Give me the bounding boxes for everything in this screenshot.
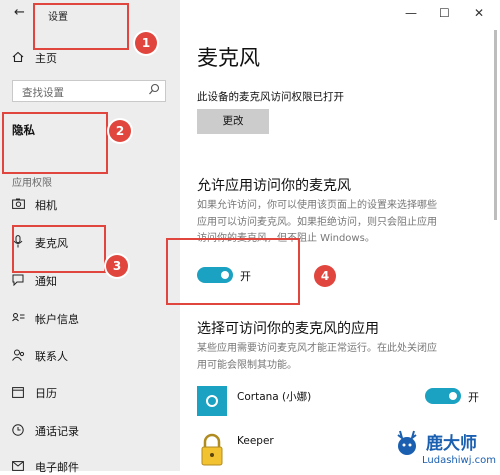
annotation-box-2 (2, 112, 108, 174)
sidebar-item-label: 帐户信息 (35, 313, 79, 326)
annotation-box-4 (166, 238, 300, 305)
description-line: 如果允许访问，你可以使用该页面上的设置来选择哪些 (197, 200, 437, 211)
watermark-url: Ludashiwj.com (422, 455, 497, 466)
sidebar-item-label: 日历 (35, 387, 57, 400)
cortana-toggle[interactable] (425, 388, 461, 404)
change-button[interactable]: 更改 (197, 109, 269, 134)
contacts-icon (10, 349, 26, 364)
sidebar-item-label: 主页 (35, 52, 57, 65)
access-status-text: 此设备的麦克风访问权限已打开 (197, 91, 344, 103)
page-title: 麦克风 (197, 46, 260, 70)
sidebar-item-label: 相机 (35, 199, 57, 212)
app-name-cortana: Cortana (小娜) (237, 391, 312, 403)
call-history-icon (10, 423, 26, 439)
sidebar-item-label: 通话记录 (35, 425, 79, 438)
calendar-icon (10, 386, 26, 401)
sidebar-item-camera[interactable]: 相机 (10, 197, 57, 213)
choose-apps-description: 某些应用需要访问麦克风才能正常运行。在此处关闭应 用可能会限制其功能。 (197, 341, 489, 374)
scrollbar[interactable] (494, 30, 497, 220)
camera-icon (10, 198, 26, 212)
cortana-toggle-label: 开 (468, 391, 479, 404)
annotation-badge-1: 1 (135, 32, 157, 54)
search-icon[interactable] (148, 83, 160, 100)
cortana-icon (197, 386, 227, 416)
description-line: 用可能会限制其功能。 (197, 359, 297, 371)
search-placeholder: 查找设置 (22, 87, 64, 99)
account-info-icon (10, 312, 26, 326)
sidebar-item-label: 电子邮件 (35, 461, 79, 474)
watermark-brand: 鹿大师 (426, 434, 477, 454)
sidebar-item-call-history[interactable]: 通话记录 (10, 423, 79, 439)
back-arrow-icon[interactable]: ← (14, 5, 25, 20)
minimize-button[interactable]: — (405, 6, 417, 20)
home-icon (10, 51, 26, 66)
sidebar-item-account-info[interactable]: 帐户信息 (10, 311, 79, 327)
allow-apps-heading: 允许应用访问你的麦克风 (197, 178, 351, 194)
watermark: 鹿大师 Ludashiwj.com (388, 425, 500, 471)
sidebar-item-label: 联系人 (35, 350, 68, 363)
toggle-knob (449, 392, 457, 400)
sidebar-item-email[interactable]: 电子邮件 (10, 459, 79, 475)
search-input[interactable]: 查找设置 (12, 80, 166, 102)
sidebar-item-calendar[interactable]: 日历 (10, 385, 57, 401)
deer-logo-icon (397, 430, 417, 455)
email-icon (10, 460, 26, 474)
app-permissions-label: 应用权限 (12, 178, 52, 189)
annotation-badge-3: 3 (106, 255, 128, 277)
notification-icon (10, 274, 26, 289)
maximize-button[interactable]: ☐ (439, 6, 450, 20)
annotation-badge-4: 4 (314, 265, 336, 287)
sidebar-item-home[interactable]: 主页 (10, 50, 57, 66)
sidebar-item-label: 通知 (35, 275, 57, 288)
close-button[interactable]: ✕ (474, 6, 484, 20)
sidebar-item-contacts[interactable]: 联系人 (10, 348, 68, 364)
annotation-badge-2: 2 (109, 120, 131, 142)
keeper-lock-icon (197, 433, 227, 466)
description-line: 某些应用需要访问麦克风才能正常运行。在此处关闭应 (197, 343, 437, 354)
sidebar-item-notification[interactable]: 通知 (10, 273, 57, 289)
choose-apps-heading: 选择可访问你的麦克风的应用 (197, 321, 379, 337)
description-line: 应用可以访问麦克风。如果拒绝访问，则只会阻止应用 (197, 216, 437, 228)
annotation-box-3 (12, 225, 106, 273)
app-name-keeper: Keeper (237, 435, 274, 447)
annotation-box-1 (33, 3, 129, 50)
